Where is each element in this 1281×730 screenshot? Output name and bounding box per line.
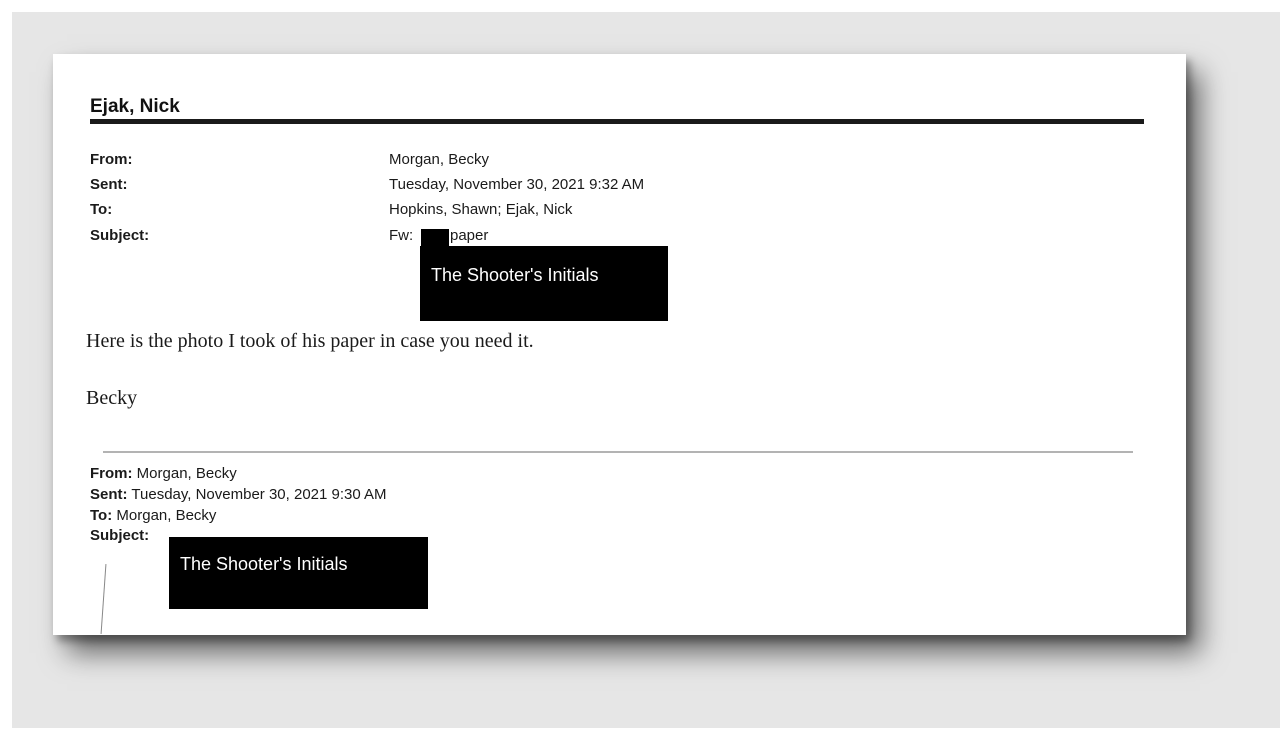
- fwd-to-value: Morgan, Becky: [116, 507, 217, 524]
- from-label: From:: [90, 151, 133, 168]
- fwd-from-value: Morgan, Becky: [136, 465, 237, 482]
- sent-value: Tuesday, November 30, 2021 9:32 AM: [389, 176, 645, 193]
- document-title: Ejak, Nick: [90, 96, 180, 117]
- fwd-sent-value: Tuesday, November 30, 2021 9:30 AM: [131, 486, 387, 503]
- fwd-sent-line: Sent: Tuesday, November 30, 2021 9:30 AM: [90, 486, 387, 504]
- email-document: Ejak, Nick From: Morgan, Becky Sent: Tue…: [53, 54, 1186, 635]
- subject-suffix: paper: [450, 227, 489, 244]
- title-divider: [90, 119, 1144, 124]
- fwd-sent-label: Sent:: [90, 486, 128, 503]
- from-value: Morgan, Becky: [389, 151, 490, 168]
- fwd-from-line: From: Morgan, Becky: [90, 465, 237, 483]
- sent-label: Sent:: [90, 176, 128, 193]
- fwd-subject-label: Subject:: [90, 527, 150, 544]
- body-message: Here is the photo I took of his paper in…: [86, 330, 534, 352]
- fwd-to-line: To: Morgan, Becky: [90, 507, 216, 525]
- redaction-label-forwarded: The Shooter's Initials: [169, 537, 428, 609]
- to-value: Hopkins, Shawn; Ejak, Nick: [389, 201, 573, 218]
- fwd-subject-line: Subject:: [90, 527, 149, 545]
- scan-artifact: [100, 564, 107, 634]
- subject-label: Subject:: [90, 227, 150, 244]
- subject-prefix: Fw:: [389, 227, 414, 244]
- subject-redaction: [421, 229, 449, 246]
- redaction-label-header: The Shooter's Initials: [420, 246, 668, 321]
- forward-separator: [103, 451, 1133, 453]
- to-label: To:: [90, 201, 113, 218]
- fwd-to-label: To:: [90, 507, 113, 524]
- body-signature: Becky: [86, 387, 138, 409]
- fwd-from-label: From:: [90, 465, 133, 482]
